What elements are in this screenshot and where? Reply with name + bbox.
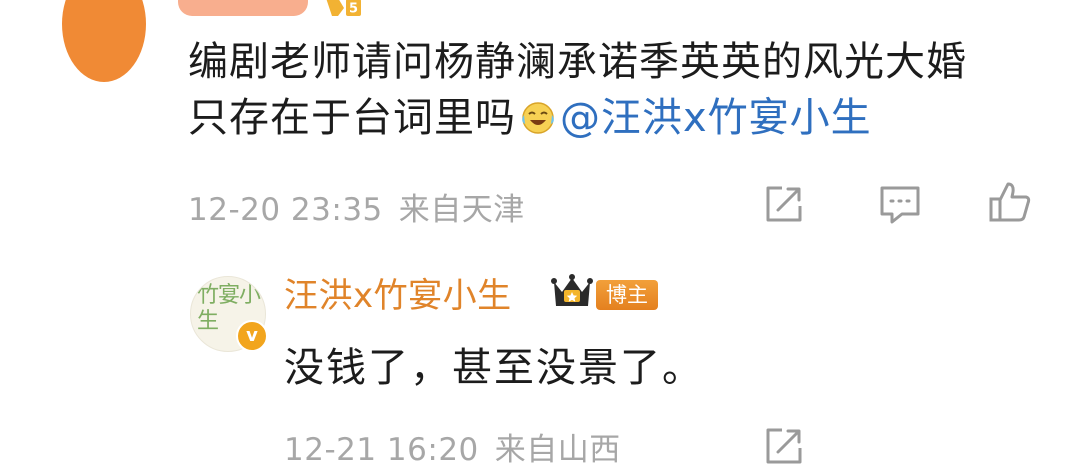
level-number: 5 [349, 2, 358, 17]
reply-text: 没钱了，甚至没景了。 [284, 345, 704, 391]
author-badge: 博主 [596, 280, 658, 310]
commenter-avatar[interactable] [62, 0, 146, 82]
verified-badge: v [236, 320, 268, 352]
commenter-name-redacted[interactable] [178, 0, 308, 16]
reply-meta: 12-21 16:20 来自山西 [284, 424, 621, 469]
thumbs-up-icon[interactable] [988, 180, 1032, 224]
reply-date: 12-21 16:20 [284, 432, 479, 468]
share-icon[interactable] [762, 424, 806, 468]
reply-author-name[interactable]: 汪洪x竹宴小生 [284, 268, 512, 317]
comment-icon[interactable] [878, 182, 922, 226]
reply-location: 来自山西 [494, 432, 621, 468]
comment-line2: 只存在于台词里吗 [188, 95, 516, 141]
crown-icon [551, 274, 593, 306]
comment-meta: 12-20 23:35 来自天津 [188, 184, 525, 229]
comment-line1: 编剧老师请问杨静澜承诺季英英的风光大婚 [188, 39, 967, 85]
level-badge: 5 [326, 0, 361, 17]
mention-link[interactable]: @汪洪x竹宴小生 [560, 95, 872, 141]
share-icon[interactable] [762, 182, 806, 226]
laughing-crying-emoji-icon [522, 102, 554, 134]
comment-date: 12-20 23:35 [188, 192, 383, 228]
comment-location: 来自天津 [398, 192, 525, 228]
comment-text: 编剧老师请问杨静澜承诺季英英的风光大婚 只存在于台词里吗 @汪洪x竹宴小生 [188, 34, 1068, 146]
